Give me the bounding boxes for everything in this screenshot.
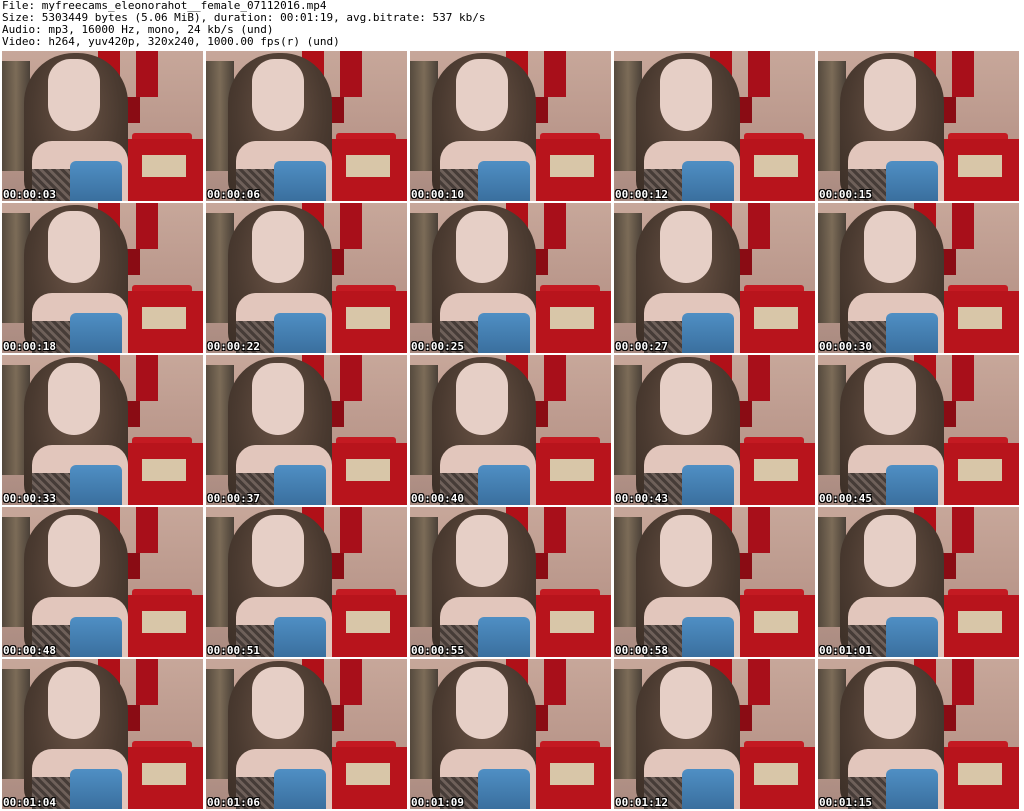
video-frame-thumbnail: 00:01:04 bbox=[2, 659, 203, 809]
frame-timestamp: 00:00:03 bbox=[3, 188, 56, 201]
frame-timestamp: 00:01:15 bbox=[819, 796, 872, 809]
video-frame-thumbnail: 00:00:58 bbox=[614, 507, 815, 657]
video-frame-thumbnail: 00:00:03 bbox=[2, 51, 203, 201]
video-frame-thumbnail: 00:00:30 bbox=[818, 203, 1019, 353]
video-frame-thumbnail: 00:00:37 bbox=[206, 355, 407, 505]
video-frame-thumbnail: 00:00:55 bbox=[410, 507, 611, 657]
video-frame-thumbnail: 00:00:22 bbox=[206, 203, 407, 353]
video-frame-thumbnail: 00:01:15 bbox=[818, 659, 1019, 809]
video-info-line: Video: h264, yuv420p, 320x240, 1000.00 f… bbox=[2, 35, 340, 48]
frame-timestamp: 00:00:55 bbox=[411, 644, 464, 657]
frame-timestamp: 00:00:48 bbox=[3, 644, 56, 657]
frame-timestamp: 00:01:04 bbox=[3, 796, 56, 809]
file-info-header: File: myfreecams_eleonorahot__female_071… bbox=[2, 0, 485, 48]
frame-timestamp: 00:00:27 bbox=[615, 340, 668, 353]
video-frame-thumbnail: 00:00:51 bbox=[206, 507, 407, 657]
video-frame-thumbnail: 00:00:18 bbox=[2, 203, 203, 353]
frame-timestamp: 00:00:51 bbox=[207, 644, 260, 657]
video-frame-thumbnail: 00:00:48 bbox=[2, 507, 203, 657]
frame-timestamp: 00:00:06 bbox=[207, 188, 260, 201]
frame-timestamp: 00:00:43 bbox=[615, 492, 668, 505]
video-frame-thumbnail: 00:00:40 bbox=[410, 355, 611, 505]
video-frame-thumbnail: 00:00:45 bbox=[818, 355, 1019, 505]
video-frame-thumbnail: 00:01:09 bbox=[410, 659, 611, 809]
video-frame-thumbnail: 00:00:43 bbox=[614, 355, 815, 505]
video-frame-thumbnail: 00:00:33 bbox=[2, 355, 203, 505]
frame-timestamp: 00:00:40 bbox=[411, 492, 464, 505]
video-frame-thumbnail: 00:01:01 bbox=[818, 507, 1019, 657]
frame-timestamp: 00:00:15 bbox=[819, 188, 872, 201]
frame-timestamp: 00:00:10 bbox=[411, 188, 464, 201]
video-frame-thumbnail: 00:00:06 bbox=[206, 51, 407, 201]
frame-timestamp: 00:01:01 bbox=[819, 644, 872, 657]
frame-timestamp: 00:00:25 bbox=[411, 340, 464, 353]
frame-timestamp: 00:01:06 bbox=[207, 796, 260, 809]
frame-timestamp: 00:00:58 bbox=[615, 644, 668, 657]
frame-timestamp: 00:00:33 bbox=[3, 492, 56, 505]
video-frame-thumbnail: 00:00:12 bbox=[614, 51, 815, 201]
frame-timestamp: 00:00:37 bbox=[207, 492, 260, 505]
video-frame-thumbnail: 00:00:10 bbox=[410, 51, 611, 201]
frame-timestamp: 00:00:18 bbox=[3, 340, 56, 353]
video-frame-thumbnail: 00:00:25 bbox=[410, 203, 611, 353]
thumbnail-grid: 00:00:03 00:00:06 00:00:10 00:00:12 00:00:15… bbox=[2, 51, 1019, 809]
frame-timestamp: 00:00:45 bbox=[819, 492, 872, 505]
video-frame-thumbnail: 00:00:27 bbox=[614, 203, 815, 353]
video-frame-thumbnail: 00:00:15 bbox=[818, 51, 1019, 201]
frame-timestamp: 00:01:09 bbox=[411, 796, 464, 809]
frame-timestamp: 00:00:22 bbox=[207, 340, 260, 353]
video-frame-thumbnail: 00:01:06 bbox=[206, 659, 407, 809]
video-frame-thumbnail: 00:01:12 bbox=[614, 659, 815, 809]
frame-timestamp: 00:00:30 bbox=[819, 340, 872, 353]
frame-timestamp: 00:01:12 bbox=[615, 796, 668, 809]
frame-timestamp: 00:00:12 bbox=[615, 188, 668, 201]
